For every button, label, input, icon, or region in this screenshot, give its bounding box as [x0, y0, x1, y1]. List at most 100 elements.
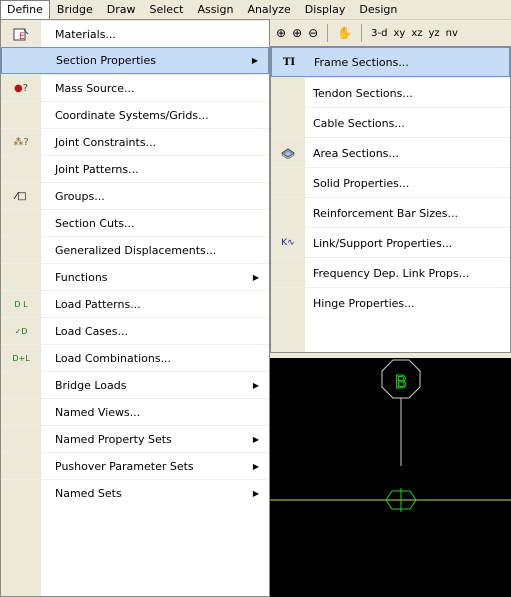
submenu-arrow-icon: ▶: [252, 381, 259, 390]
menu-item-groups[interactable]: ⁄□ Groups...: [1, 182, 269, 210]
menu-item-link-support-properties[interactable]: K∿ Link/Support Properties...: [271, 227, 510, 258]
area-sections-icon: [271, 138, 305, 168]
load-combinations-icon: D+L: [12, 354, 30, 363]
menu-icon-empty: [1, 264, 41, 291]
view-xz-button[interactable]: xz: [411, 28, 422, 39]
menu-item-label: Hinge Properties...: [313, 296, 415, 310]
menu-item-area-sections[interactable]: Area Sections...: [271, 137, 510, 168]
pan-icon[interactable]: ✋: [337, 23, 352, 43]
menu-item-load-cases[interactable]: ✓D Load Cases...: [1, 317, 269, 345]
svg-text:E: E: [19, 32, 25, 42]
menu-item-named-views[interactable]: Named Views...: [1, 398, 269, 426]
menu-item-named-sets[interactable]: Named Sets ▶: [1, 479, 269, 507]
model-canvas[interactable]: B: [268, 358, 511, 597]
menu-draw[interactable]: Draw: [100, 0, 143, 19]
submenu-arrow-icon: ▶: [252, 273, 259, 282]
section-properties-icon: [2, 47, 42, 74]
menu-item-frame-sections[interactable]: TI Frame Sections...: [271, 47, 510, 77]
view-nv-button[interactable]: nv: [446, 28, 458, 39]
view-xy-button[interactable]: xy: [393, 28, 405, 39]
menu-item-load-patterns[interactable]: D L Load Patterns...: [1, 290, 269, 318]
link-support-icon: K∿: [281, 238, 295, 248]
menu-item-label: Functions: [55, 271, 108, 284]
menu-item-label: Pushover Parameter Sets: [55, 460, 194, 473]
menu-item-label: Named Views...: [55, 406, 141, 419]
menu-item-pushover-parameter-sets[interactable]: Pushover Parameter Sets ▶: [1, 452, 269, 480]
menu-icon-empty: [271, 258, 305, 288]
menu-item-joint-patterns[interactable]: Joint Patterns...: [1, 155, 269, 183]
joint-constraints-icon: ⁂?: [13, 137, 29, 148]
menu-item-label: Groups...: [55, 190, 105, 203]
menu-item-functions[interactable]: Functions ▶: [1, 263, 269, 291]
menu-icon-empty: [271, 198, 305, 228]
menu-icon-empty: [1, 399, 41, 426]
menu-assign[interactable]: Assign: [190, 0, 240, 19]
section-properties-submenu: TI Frame Sections... Tendon Sections... …: [270, 46, 511, 353]
menu-item-solid-properties[interactable]: Solid Properties...: [271, 167, 510, 198]
menu-item-load-combinations[interactable]: D+L Load Combinations...: [1, 344, 269, 372]
menu-item-bridge-loads[interactable]: Bridge Loads ▶: [1, 371, 269, 399]
menu-item-cable-sections[interactable]: Cable Sections...: [271, 107, 510, 138]
menu-item-section-cuts[interactable]: Section Cuts...: [1, 209, 269, 237]
view-yz-button[interactable]: yz: [428, 28, 439, 39]
menu-select[interactable]: Select: [143, 0, 191, 19]
menu-item-label: Joint Constraints...: [55, 136, 157, 149]
menu-define[interactable]: Define: [0, 0, 50, 20]
groups-icon: ⁄□: [15, 191, 27, 202]
grid-bubble-label: B: [395, 372, 407, 393]
menu-item-frequency-dep-link-props[interactable]: Frequency Dep. Link Props...: [271, 257, 510, 288]
menu-item-label: Section Properties: [56, 54, 156, 67]
menu-item-hinge-properties[interactable]: Hinge Properties...: [271, 287, 510, 318]
menu-icon-empty: [1, 453, 41, 480]
menu-item-label: Load Combinations...: [55, 352, 172, 365]
menu-icon-empty: [1, 210, 41, 237]
menu-item-label: Mass Source...: [55, 82, 135, 95]
menu-item-materials[interactable]: E Materials...: [1, 20, 269, 48]
zoom-out-icon[interactable]: ⊖: [308, 23, 318, 43]
menu-display[interactable]: Display: [298, 0, 353, 19]
menu-item-joint-constraints[interactable]: ⁂? Joint Constraints...: [1, 128, 269, 156]
menu-item-label: Reinforcement Bar Sizes...: [313, 206, 459, 220]
menu-item-label: Link/Support Properties...: [313, 236, 453, 250]
submenu-arrow-icon: ▶: [252, 462, 259, 471]
menu-design[interactable]: Design: [352, 0, 404, 19]
menu-item-reinforcement-bar-sizes[interactable]: Reinforcement Bar Sizes...: [271, 197, 510, 228]
menu-icon-empty: [1, 102, 41, 129]
menu-item-label: Area Sections...: [313, 146, 399, 160]
menu-icon-empty: [1, 372, 41, 399]
zoom-window-icon[interactable]: ⊕: [292, 23, 302, 43]
mass-source-icon: ●?: [13, 83, 29, 94]
menu-item-tendon-sections[interactable]: Tendon Sections...: [271, 77, 510, 108]
menu-item-section-properties[interactable]: Section Properties ▶: [1, 47, 269, 74]
submenu-arrow-icon: ▶: [251, 56, 258, 65]
menu-icon-empty: [1, 426, 41, 453]
submenu-arrow-icon: ▶: [252, 435, 259, 444]
zoom-in-icon[interactable]: ⊕: [276, 23, 286, 43]
menu-item-mass-source[interactable]: ●? Mass Source...: [1, 74, 269, 102]
menu-item-label: Materials...: [55, 28, 116, 41]
menu-item-label: Named Property Sets: [55, 433, 172, 446]
menu-icon-empty: [271, 168, 305, 198]
menu-bar: Define Bridge Draw Select Assign Analyze…: [0, 0, 511, 20]
define-menu: E Materials... Section Properties ▶ ●? M…: [0, 19, 270, 597]
menu-item-coordinate-systems[interactable]: Coordinate Systems/Grids...: [1, 101, 269, 129]
view-3d-button[interactable]: 3-d: [371, 28, 387, 39]
menu-item-label: Tendon Sections...: [313, 86, 413, 100]
menu-item-label: Frame Sections...: [314, 55, 409, 69]
menu-item-label: Solid Properties...: [313, 176, 410, 190]
menu-icon-empty: [271, 108, 305, 138]
menu-item-label: Load Patterns...: [55, 298, 141, 311]
toolbar-separator: [361, 24, 363, 42]
menu-icon-empty: [271, 78, 305, 108]
menu-icon-empty: [1, 156, 41, 183]
menu-analyze[interactable]: Analyze: [240, 0, 297, 19]
materials-icon: E: [1, 21, 41, 48]
toolbar-separator: [327, 24, 329, 42]
menu-icon-empty: [1, 237, 41, 264]
menu-item-named-property-sets[interactable]: Named Property Sets ▶: [1, 425, 269, 453]
menu-bridge[interactable]: Bridge: [50, 0, 100, 19]
menu-item-generalized-displacements[interactable]: Generalized Displacements...: [1, 236, 269, 264]
menu-item-label: Joint Patterns...: [55, 163, 139, 176]
menu-item-label: Generalized Displacements...: [55, 244, 217, 257]
menu-item-label: Coordinate Systems/Grids...: [55, 109, 209, 122]
